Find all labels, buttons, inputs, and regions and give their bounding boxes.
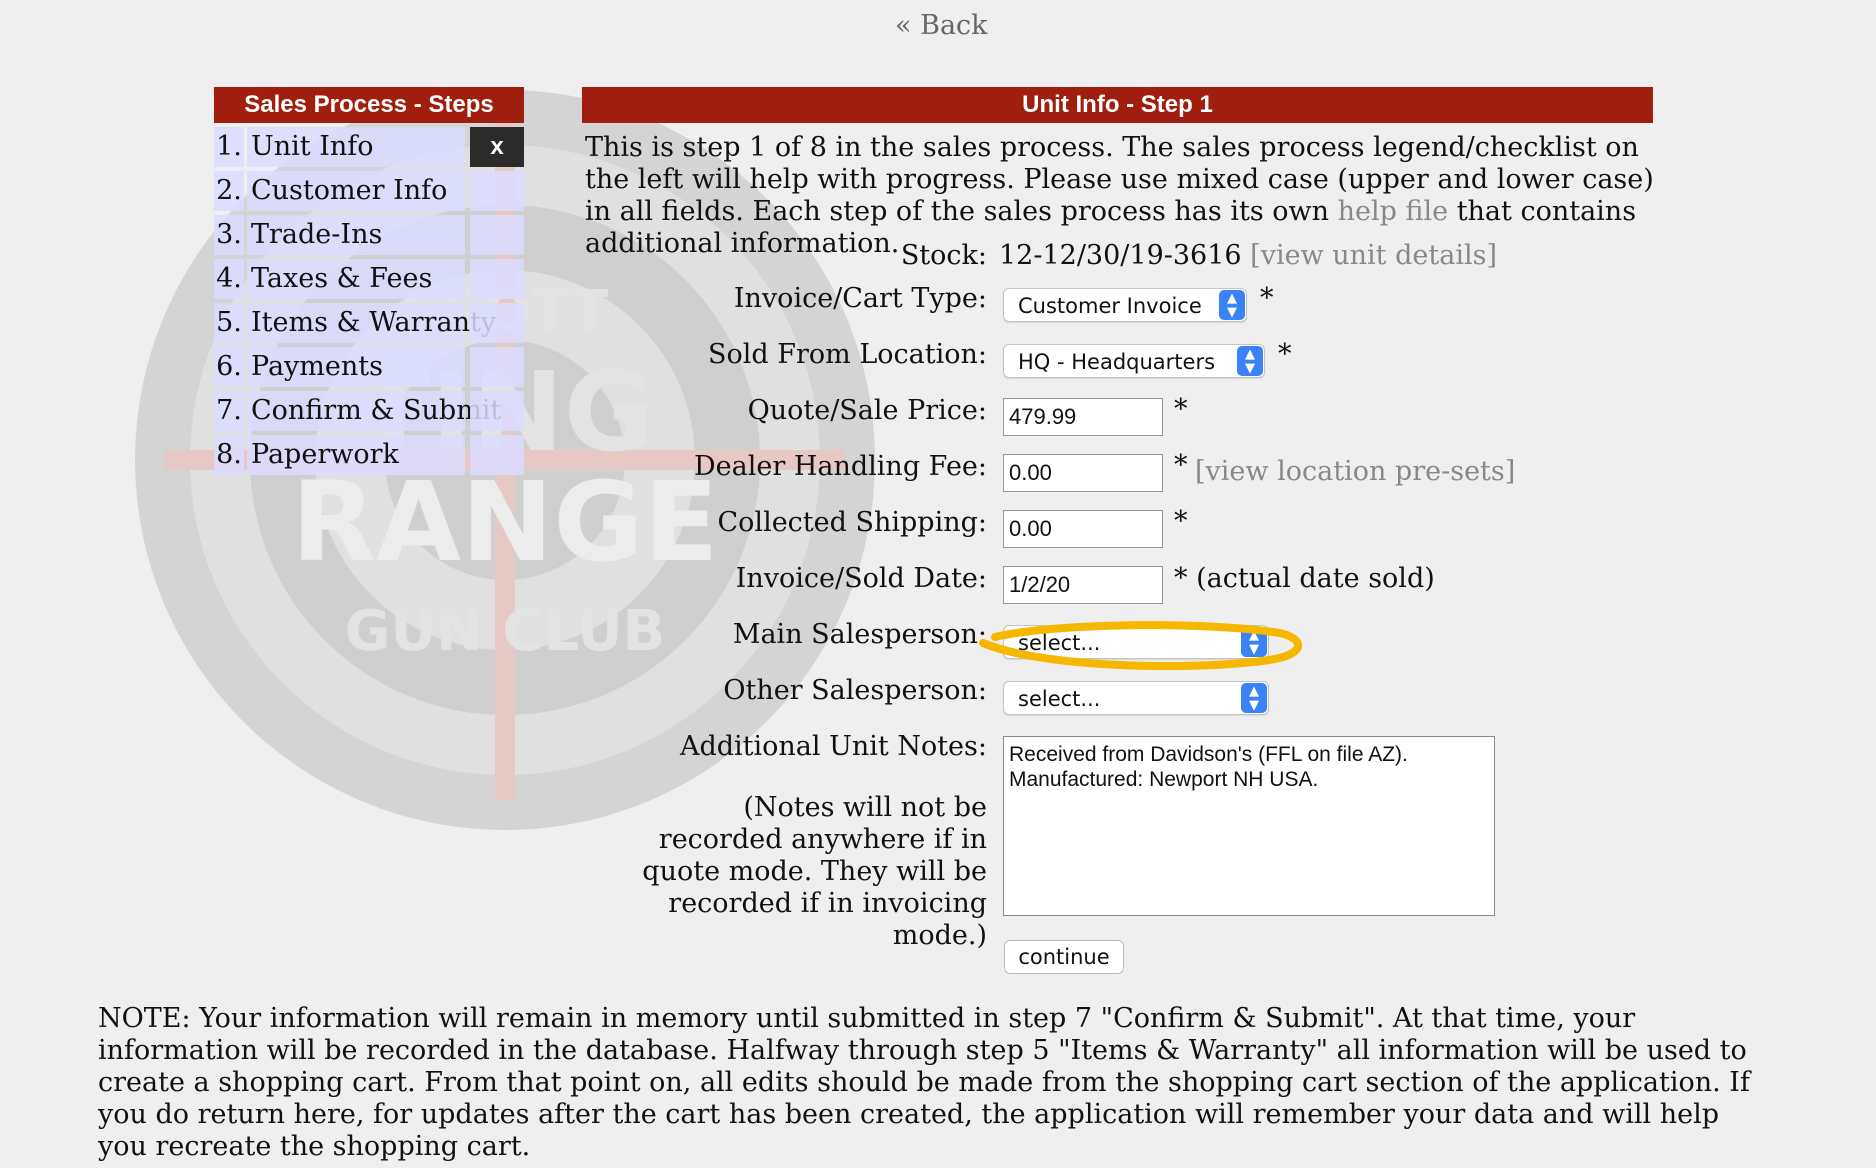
price-input[interactable]: 479.99 xyxy=(1003,398,1163,436)
handling-fee-label: Dealer Handling Fee: xyxy=(694,451,987,482)
required-marker: * xyxy=(1260,283,1274,314)
step-status-cell xyxy=(470,303,524,343)
notes-textarea[interactable]: Received from Davidson's (FFL on file AZ… xyxy=(1003,736,1495,916)
step-status-cell xyxy=(470,435,524,475)
other-salesperson-select[interactable]: select... ▲ ▼ xyxy=(1003,681,1269,715)
sold-date-label: Invoice/Sold Date: xyxy=(735,563,987,594)
stock-value: 12-12/30/19-3616 xyxy=(999,240,1242,271)
sidebar-title: Sales Process - Steps xyxy=(214,87,524,123)
stock-label: Stock: xyxy=(900,240,987,271)
step-label: Confirm & Submit xyxy=(247,391,501,431)
main-salesperson-label: Main Salesperson: xyxy=(732,619,987,650)
page-title: Unit Info - Step 1 xyxy=(582,87,1653,123)
location-label: Sold From Location: xyxy=(708,339,987,370)
step-number: 7. xyxy=(214,391,244,431)
highlight-annotation xyxy=(979,621,1303,671)
back-link[interactable]: « Back xyxy=(895,10,988,41)
step-label: Payments xyxy=(247,347,465,387)
cart-type-select[interactable]: Customer Invoice ▲ ▼ xyxy=(1003,288,1247,322)
active-step-marker: x xyxy=(470,127,524,167)
other-salesperson-label: Other Salesperson: xyxy=(723,675,987,706)
step-label: Unit Info xyxy=(247,127,465,167)
cart-type-label: Invoice/Cart Type: xyxy=(733,283,987,314)
step-number: 2. xyxy=(214,171,244,211)
view-unit-details-link[interactable]: [view unit details] xyxy=(1250,240,1497,271)
required-marker: * xyxy=(1174,506,1188,537)
location-select[interactable]: HQ - Headquarters ▲ ▼ xyxy=(1003,344,1265,378)
step-number: 5. xyxy=(214,303,244,343)
notes-label: Additional Unit Notes: xyxy=(679,731,987,762)
sidebar-item-unit-info[interactable]: 1. Unit Info x xyxy=(214,127,524,167)
step-label: Taxes & Fees xyxy=(247,259,465,299)
required-marker: * xyxy=(1278,339,1292,370)
step-status-cell xyxy=(470,259,524,299)
sidebar-item-paperwork[interactable]: 8. Paperwork xyxy=(214,435,524,475)
step-label: Paperwork xyxy=(247,435,465,475)
sidebar-item-taxes-fees[interactable]: 4. Taxes & Fees xyxy=(214,259,524,299)
sidebar-item-customer-info[interactable]: 2. Customer Info xyxy=(214,171,524,211)
step-label: Items & Warranty xyxy=(247,303,496,343)
required-marker: * xyxy=(1174,394,1188,425)
price-label: Quote/Sale Price: xyxy=(747,395,987,426)
step-number: 4. xyxy=(214,259,244,299)
step-status-cell xyxy=(470,347,524,387)
sold-date-input[interactable]: 1/2/20 xyxy=(1003,566,1163,604)
chevron-updown-icon: ▲ ▼ xyxy=(1241,683,1267,713)
stock-row: 12-12/30/19-3616 [view unit details] xyxy=(999,240,1497,271)
sidebar-item-payments[interactable]: 6. Payments xyxy=(214,347,524,387)
step-number: 3. xyxy=(214,215,244,255)
view-location-presets-link[interactable]: [view location pre-sets] xyxy=(1195,456,1515,487)
sidebar-item-items-warranty[interactable]: 5. Items & Warranty xyxy=(214,303,524,343)
help-file-link[interactable]: help file xyxy=(1338,196,1449,227)
step-number: 6. xyxy=(214,347,244,387)
handling-fee-input[interactable]: 0.00 xyxy=(1003,454,1163,492)
required-marker: * xyxy=(1174,450,1188,481)
sidebar-item-confirm-submit[interactable]: 7. Confirm & Submit xyxy=(214,391,524,431)
sidebar-item-trade-ins[interactable]: 3. Trade-Ins xyxy=(214,215,524,255)
notes-explanation: (Notes will not be recorded anywhere if … xyxy=(642,792,987,951)
shipping-label: Collected Shipping: xyxy=(717,507,987,538)
step-status-cell xyxy=(470,215,524,255)
shipping-input[interactable]: 0.00 xyxy=(1003,510,1163,548)
step-status-cell xyxy=(470,391,524,431)
chevron-updown-icon: ▲ ▼ xyxy=(1237,346,1263,376)
date-hint: * (actual date sold) xyxy=(1174,563,1435,594)
continue-button[interactable]: continue xyxy=(1004,940,1124,974)
step-label: Customer Info xyxy=(247,171,465,211)
step-label: Trade-Ins xyxy=(247,215,465,255)
footer-note: NOTE: Your information will remain in me… xyxy=(98,1003,1750,1162)
chevron-updown-icon: ▲ ▼ xyxy=(1219,290,1245,320)
step-number: 1. xyxy=(214,127,244,167)
step-number: 8. xyxy=(214,435,244,475)
step-status-cell xyxy=(470,171,524,211)
